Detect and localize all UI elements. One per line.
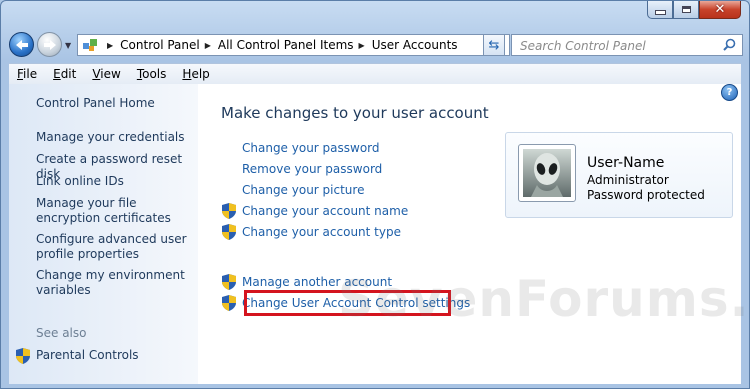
menu-file[interactable]: File <box>9 67 45 81</box>
menu-bar: File Edit View Tools Help <box>9 63 741 85</box>
link-online-ids-link[interactable]: Link online IDs <box>36 174 191 189</box>
help-icon: ? <box>726 87 733 98</box>
task-pane: Control Panel Home Manage your credentia… <box>9 84 198 384</box>
menu-help[interactable]: Help <box>174 67 217 81</box>
close-icon: ✕ <box>714 2 726 17</box>
change-picture-link[interactable]: Change your picture <box>242 183 364 197</box>
menu-view-label: iew <box>100 67 121 81</box>
menu-help-label: elp <box>191 67 210 81</box>
breadcrumb-separator-icon: ▶ <box>107 40 114 50</box>
minimize-button[interactable] <box>647 1 673 19</box>
see-also-heading: See also <box>36 326 87 340</box>
control-panel-icon <box>83 39 97 51</box>
maximize-icon <box>681 6 691 13</box>
advanced-profile-properties-link[interactable]: Configure advanced user profile properti… <box>36 232 191 262</box>
page-title: Make changes to your user account <box>221 104 489 122</box>
menu-edit[interactable]: Edit <box>45 67 84 81</box>
avatar <box>518 144 576 202</box>
change-account-type-link[interactable]: Change your account type <box>242 225 401 239</box>
search-box[interactable] <box>511 34 743 56</box>
breadcrumb-separator-icon[interactable]: ▶ <box>205 41 211 50</box>
control-panel-home-link[interactable]: Control Panel Home <box>36 96 191 111</box>
breadcrumb-all-items[interactable]: All Control Panel Items <box>218 38 354 52</box>
address-bar[interactable]: ▶ Control Panel ▶ All Control Panel Item… <box>77 34 510 56</box>
uac-shield-icon <box>222 203 236 219</box>
close-button[interactable]: ✕ <box>699 1 741 19</box>
caption-buttons: ✕ <box>647 1 741 21</box>
account-name: User-Name <box>587 155 665 171</box>
remove-password-link[interactable]: Remove your password <box>242 162 382 176</box>
breadcrumb-control-panel[interactable]: Control Panel <box>120 38 200 52</box>
change-account-name-link[interactable]: Change your account name <box>242 204 408 218</box>
navigation-bar: ▼ ▶ Control Panel ▶ All Control Panel It… <box>9 31 743 59</box>
uac-shield-icon <box>222 224 236 240</box>
refresh-button[interactable]: ⇆ <box>483 34 505 56</box>
alien-avatar-icon <box>523 149 571 197</box>
password-status: Password protected <box>587 188 705 202</box>
search-icon[interactable] <box>723 38 736 51</box>
account-card: User-Name Administrator Password protect… <box>505 132 733 218</box>
menu-view[interactable]: View <box>84 67 128 81</box>
menu-tools-label: ools <box>142 67 167 81</box>
menu-edit-label: dit <box>60 67 77 81</box>
breadcrumb-user-accounts[interactable]: User Accounts <box>372 38 458 52</box>
account-role: Administrator <box>587 173 669 187</box>
back-arrow-icon <box>15 39 28 50</box>
uac-shield-icon <box>222 295 236 311</box>
parental-controls-link[interactable]: Parental Controls <box>36 348 191 363</box>
minimize-icon <box>654 10 666 15</box>
manage-credentials-link[interactable]: Manage your credentials <box>36 130 191 145</box>
uac-shield-icon <box>222 274 236 290</box>
menu-edit-accesskey: E <box>53 67 61 81</box>
uac-shield-icon <box>16 348 30 364</box>
maximize-button[interactable] <box>673 1 699 19</box>
forward-arrow-icon <box>43 39 56 50</box>
main-pane: ? Make changes to your user account Chan… <box>198 84 749 384</box>
menu-file-label: ile <box>23 67 38 81</box>
refresh-icon: ⇆ <box>488 37 500 53</box>
environment-variables-link[interactable]: Change my environment variables <box>36 268 191 298</box>
search-input[interactable] <box>518 36 722 56</box>
menu-tools[interactable]: Tools <box>129 67 175 81</box>
breadcrumb-separator-icon[interactable]: ▶ <box>359 41 365 50</box>
back-button[interactable] <box>9 32 34 57</box>
forward-button[interactable] <box>37 32 62 57</box>
help-button[interactable]: ? <box>721 84 738 101</box>
watermark: SevenForums.com <box>338 270 750 328</box>
content-area: Control Panel Home Manage your credentia… <box>9 84 749 384</box>
user-accounts-window: ✕ ▼ ▶ Control Panel ▶ All Control Panel … <box>0 0 750 389</box>
recent-pages-dropdown-icon[interactable]: ▼ <box>65 41 71 50</box>
file-encryption-certificates-link[interactable]: Manage your file encryption certificates <box>36 196 191 226</box>
change-password-link[interactable]: Change your password <box>242 141 380 155</box>
